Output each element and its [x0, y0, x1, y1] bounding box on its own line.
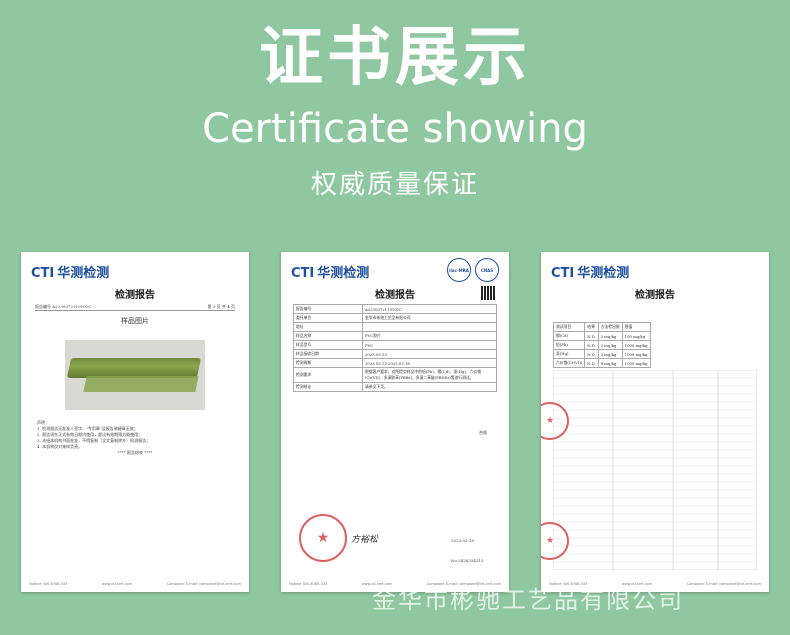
report-info-table: 报告编号 A2230372119101C 委托单位 金华市彬驰工艺品有限公司 地址 … — [292, 304, 497, 392]
table-row: 镉(Cd) N.D. 2 mg/kg 100 mg/kg — [552, 331, 651, 341]
certificate-sample-photo[interactable]: CTI 华测检测 检测报告 报告编号 A2230372119101C 第 3 页 … — [21, 252, 249, 592]
table-row: 六价铬(Cr(VI)) N.D. 8 mg/kg 1000 mg/kg — [552, 358, 651, 368]
certificate-results[interactable]: CTI 华测检测 检测报告 测试项目 结果 方法检出限 限值 镉(Cd) N.D. 2 mg… — [541, 252, 769, 592]
page-subtitle: 权威质量保证 — [310, 170, 479, 200]
report-footer: Hotline 400-6788-333 www.cti-cert.com Co… — [29, 582, 241, 586]
cnas-icon: CNAS — [475, 258, 499, 282]
ilac-mra-icon: ilac-MRA — [447, 258, 471, 282]
declaration-notes: 声明： 1. 检测报告无批准人签字、"专用章"及报告骑缝章无效； 2. 报告须在… — [37, 420, 153, 455]
cti-logo: CTI 华测检测 — [31, 266, 110, 281]
sample-section-title: 样品图片 — [121, 317, 149, 325]
conclusion-value: 合格 — [479, 430, 487, 435]
results-table: 测试项目 结果 方法检出限 限值 镉(Cd) N.D. 2 mg/kg 100 mg/kg … — [552, 322, 651, 368]
results-table-lines — [553, 370, 757, 570]
report-title: 检测报告 — [115, 290, 155, 301]
cti-logo: CTI 华测检测 — [291, 266, 370, 281]
qr-code-icon — [481, 286, 495, 300]
certificate-summary[interactable]: CTI 华测检测 ilac-MRA CNAS 检测报告 报告编号 A22303721… — [281, 252, 509, 592]
sample-photo — [65, 340, 205, 410]
table-header-row: 测试项目 结果 方法检出限 限值 — [552, 322, 651, 332]
cti-logo: CTI 华测检测 — [551, 266, 630, 281]
company-seal: ★ — [299, 514, 347, 562]
report-number-footer: No.5428354315 — [451, 558, 484, 563]
table-row: 汞(Hg) N.D. 2 mg/kg 1000 mg/kg — [552, 349, 651, 359]
table-row: 铅(Pb) N.D. 2 mg/kg 1000 mg/kg — [552, 340, 651, 350]
page-title-cn: 证书展示 — [259, 21, 531, 95]
report-date: 2023.03.18 — [451, 538, 474, 543]
signature: 方裕松 — [351, 535, 379, 545]
report-title: 检测报告 — [635, 290, 675, 301]
company-watermark: 金华市彬驰工艺品有限公司 — [372, 586, 684, 614]
page-title-en: Certificate showing — [202, 106, 588, 152]
report-title: 检测报告 — [375, 290, 415, 301]
